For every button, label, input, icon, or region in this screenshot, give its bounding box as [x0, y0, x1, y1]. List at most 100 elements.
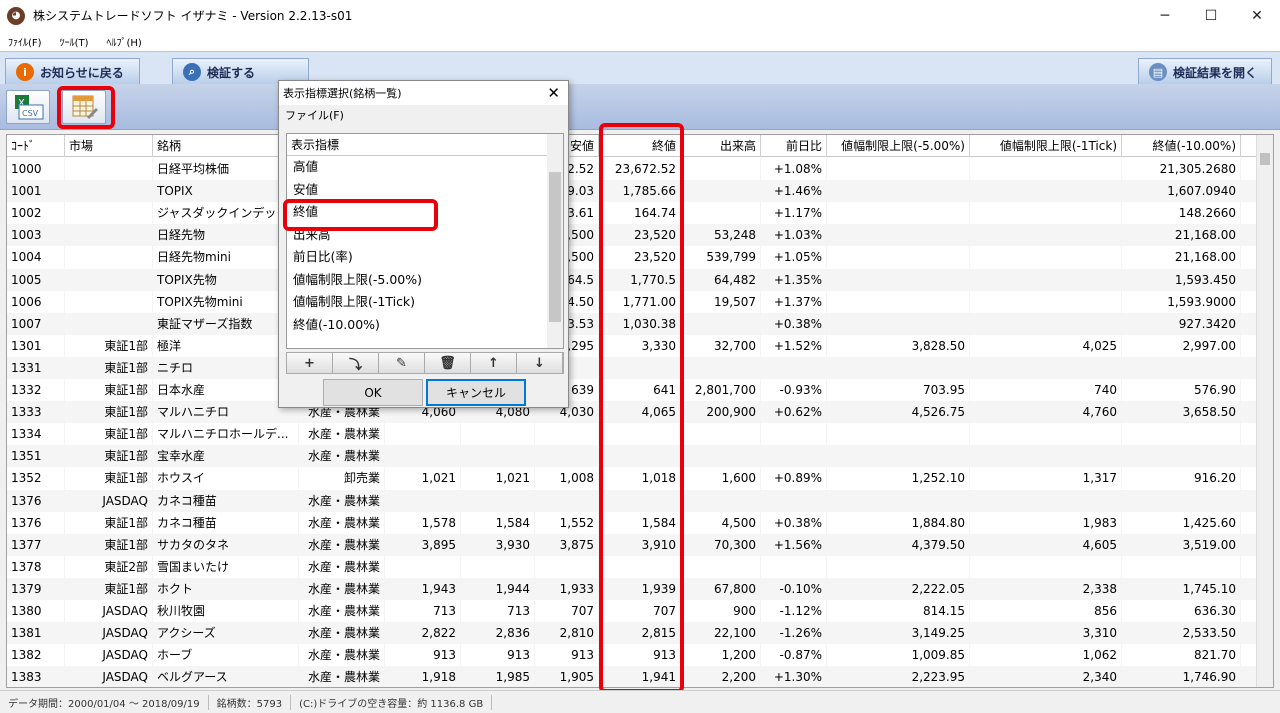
table-row[interactable]: 1333 東証1部 マルハニチロ 水産・農林業 4,060 4,080 4,030 4,065… — [7, 401, 1257, 424]
cell-volume: 539,799 — [681, 246, 761, 269]
cell-name: アクシーズ — [153, 622, 299, 645]
cell-limit-5pct: 703.95 — [827, 379, 970, 401]
add-icon[interactable]: + — [287, 353, 333, 373]
header-name[interactable]: 銘柄 — [153, 135, 298, 157]
table-row[interactable]: 1332 東証1部 日本水産 639 641 2,801,700 -0.93% 703.95 7… — [7, 379, 1257, 401]
tab-results[interactable]: ▤ 検証結果を開く — [1138, 58, 1272, 85]
header-volume[interactable]: 出来高 — [681, 135, 761, 157]
header-close[interactable]: 終値 — [599, 135, 681, 157]
folder-chart-icon: ▤ — [1149, 63, 1167, 81]
table-row[interactable]: 1377 東証1部 サカタのタネ 水産・農林業 3,895 3,930 3,875 3,910… — [7, 533, 1257, 556]
cell-close: 23,520 — [599, 246, 681, 269]
cell-high — [461, 445, 535, 468]
cell-market: 東証1部 — [65, 511, 153, 534]
import-icon[interactable]: ⤵ — [333, 353, 379, 373]
table-row[interactable]: 1334 東証1部 マルハニチロホールデ... 水産・農林業 — [7, 423, 1257, 446]
minimize-button[interactable]: ─ — [1142, 0, 1188, 31]
table-row[interactable]: 1351 東証1部 宝幸水産 水産・農林業 — [7, 445, 1257, 468]
cell-close-minus10 — [1122, 423, 1241, 446]
header-close-minus10[interactable]: 終値(-10.00%) — [1122, 135, 1241, 157]
indicator-list: 表示指標 高値 安値 終値 出来高 前日比(率) 値幅制限上限(-5.00%) 値幅制限上限… — [286, 133, 564, 349]
export-csv-button[interactable]: X CSV — [6, 90, 50, 124]
indicator-item[interactable]: 終値(-10.00%) — [287, 314, 563, 337]
table-row[interactable]: 1383 JASDAQ ベルグアース 水産・農林業 1,918 1,985 1,905 1,9… — [7, 666, 1257, 687]
ok-button[interactable]: OK — [323, 379, 423, 406]
cell-change — [761, 489, 827, 512]
move-up-icon[interactable]: ↑ — [471, 353, 517, 373]
stock-table: ｺｰﾄﾞ 市場 銘柄 安値 終値 出来高 前日比 値幅制限上限(-5.00%) 値幅制限上限(-… — [6, 134, 1274, 688]
header-limit-1tick[interactable]: 値幅制限上限(-1Tick) — [970, 135, 1122, 157]
cell-code: 1005 — [7, 268, 65, 291]
cell-market — [65, 246, 153, 269]
cell-limit-5pct: 1,009.85 — [827, 644, 970, 667]
table-scrollbar[interactable] — [1256, 135, 1273, 687]
menu-tools[interactable]: ﾂｰﾙ(T) — [60, 34, 89, 49]
table-row[interactable]: 1352 東証1部 ホウスイ 卸売業 1,021 1,021 1,008 1,018 1,600… — [7, 467, 1257, 490]
header-change[interactable]: 前日比 — [761, 135, 827, 157]
cell-close: 641 — [599, 379, 681, 401]
table-row[interactable]: 1380 JASDAQ 秋川牧園 水産・農林業 713 713 707 707 900 -1.12… — [7, 600, 1257, 622]
table-row[interactable]: 1381 JASDAQ アクシーズ 水産・農林業 2,822 2,836 2,810 2,81… — [7, 622, 1257, 645]
table-row[interactable]: 1006 TOPIX先物mini 64.50 1,771.00 19,507 +1.37%… — [7, 290, 1257, 313]
table-row[interactable]: 1004 日経先物mini 3,500 23,520 539,799 +1.05% 21,1… — [7, 246, 1257, 269]
table-row[interactable]: 1331 東証1部 ニチロ — [7, 356, 1257, 379]
table-row[interactable]: 1007 東証マザーズ指数 23.53 1,030.38 +0.38% 927.3420 — [7, 312, 1257, 335]
cell-close: 4,065 — [599, 401, 681, 424]
table-row[interactable]: 1005 TOPIX先物 764.5 1,770.5 64,482 +1.35% 1,593… — [7, 268, 1257, 291]
menu-file[interactable]: ﾌｧｲﾙ(F) — [8, 34, 42, 49]
indicator-item[interactable]: 値幅制限上限(-1Tick) — [287, 291, 563, 314]
cell-volume: 1,200 — [681, 644, 761, 667]
cell-close-minus10: 3,658.50 — [1122, 401, 1241, 424]
table-row[interactable]: 1376 東証1部 カネコ種苗 水産・農林業 1,578 1,584 1,552 1,584 4… — [7, 511, 1257, 534]
cell-close-minus10 — [1122, 445, 1241, 468]
table-row[interactable]: 1301 東証1部 極洋 3,295 3,330 32,700 +1.52% 3,828.50… — [7, 334, 1257, 357]
info-icon: i — [16, 63, 34, 81]
cell-volume: 32,700 — [681, 334, 761, 357]
table-row[interactable]: 1378 東証2部 雪国まいたけ 水産・農林業 — [7, 555, 1257, 578]
cell-close-minus10: 1,593.9000 — [1122, 290, 1241, 313]
cell-volume — [681, 423, 761, 446]
header-market[interactable]: 市場 — [65, 135, 153, 157]
indicator-item[interactable]: 値幅制限上限(-5.00%) — [287, 269, 563, 292]
indicator-list-scrollbar[interactable] — [547, 134, 563, 348]
header-limit-5pct[interactable]: 値幅制限上限(-5.00%) — [827, 135, 970, 157]
cell-high: 1,021 — [461, 467, 535, 490]
cell-limit-1tick: 3,310 — [970, 622, 1122, 645]
table-row[interactable]: 1002 ジャスダックインデックス 53.61 164.74 +1.17% 148.266… — [7, 202, 1257, 225]
indicator-item[interactable]: 安値 — [287, 179, 563, 202]
cell-market — [65, 224, 153, 247]
maximize-button[interactable]: ☐ — [1188, 0, 1234, 31]
select-indicators-button[interactable] — [62, 90, 106, 124]
move-down-icon[interactable]: ↓ — [517, 353, 563, 373]
tab-notice[interactable]: i お知らせに戻る — [5, 58, 140, 85]
indicator-item[interactable]: 高値 — [287, 156, 563, 179]
dialog-menu-file[interactable]: ファイル(F) — [279, 105, 568, 125]
cell-close: 3,330 — [599, 334, 681, 357]
table-row[interactable]: 1382 JASDAQ ホーブ 水産・農林業 913 913 913 913 1,200 -0.8… — [7, 644, 1257, 667]
cell-market: JASDAQ — [65, 622, 153, 645]
header-code[interactable]: ｺｰﾄﾞ — [7, 135, 65, 157]
edit-icon[interactable]: ✎ — [379, 353, 425, 373]
dialog-close-button[interactable]: ✕ — [547, 84, 560, 102]
table-row[interactable]: 1003 日経先物 3,500 23,520 53,248 +1.03% 21,168.00 — [7, 224, 1257, 247]
cell-industry: 水産・農林業 — [299, 511, 385, 534]
cell-code: 1381 — [7, 622, 65, 645]
cancel-button[interactable]: キャンセル — [426, 379, 526, 406]
indicator-item[interactable]: 前日比(率) — [287, 246, 563, 269]
cell-market: 東証1部 — [65, 467, 153, 490]
indicator-item[interactable]: 終値 — [287, 201, 563, 224]
cell-limit-5pct — [827, 246, 970, 269]
cell-code: 1000 — [7, 158, 65, 180]
delete-icon[interactable]: 🗑 — [425, 353, 471, 373]
menu-help[interactable]: ﾍﾙﾌﾟ(H) — [106, 34, 141, 49]
table-row[interactable]: 1001 TOPIX 79.03 1,785.66 +1.46% 1,607.0940 — [7, 180, 1257, 203]
close-button[interactable]: ✕ — [1234, 0, 1280, 31]
table-row[interactable]: 1000 日経平均株価 22.52 23,672.52 +1.08% 21,305.268… — [7, 158, 1257, 180]
table-row[interactable]: 1376 JASDAQ カネコ種苗 水産・農林業 — [7, 489, 1257, 512]
cell-name: ホクト — [153, 577, 299, 600]
indicator-item[interactable]: 出来高 — [287, 224, 563, 247]
table-row[interactable]: 1379 東証1部 ホクト 水産・農林業 1,943 1,944 1,933 1,939 67,… — [7, 577, 1257, 600]
cell-change: -1.26% — [761, 622, 827, 645]
cell-code: 1003 — [7, 224, 65, 247]
cell-limit-1tick — [970, 489, 1122, 512]
